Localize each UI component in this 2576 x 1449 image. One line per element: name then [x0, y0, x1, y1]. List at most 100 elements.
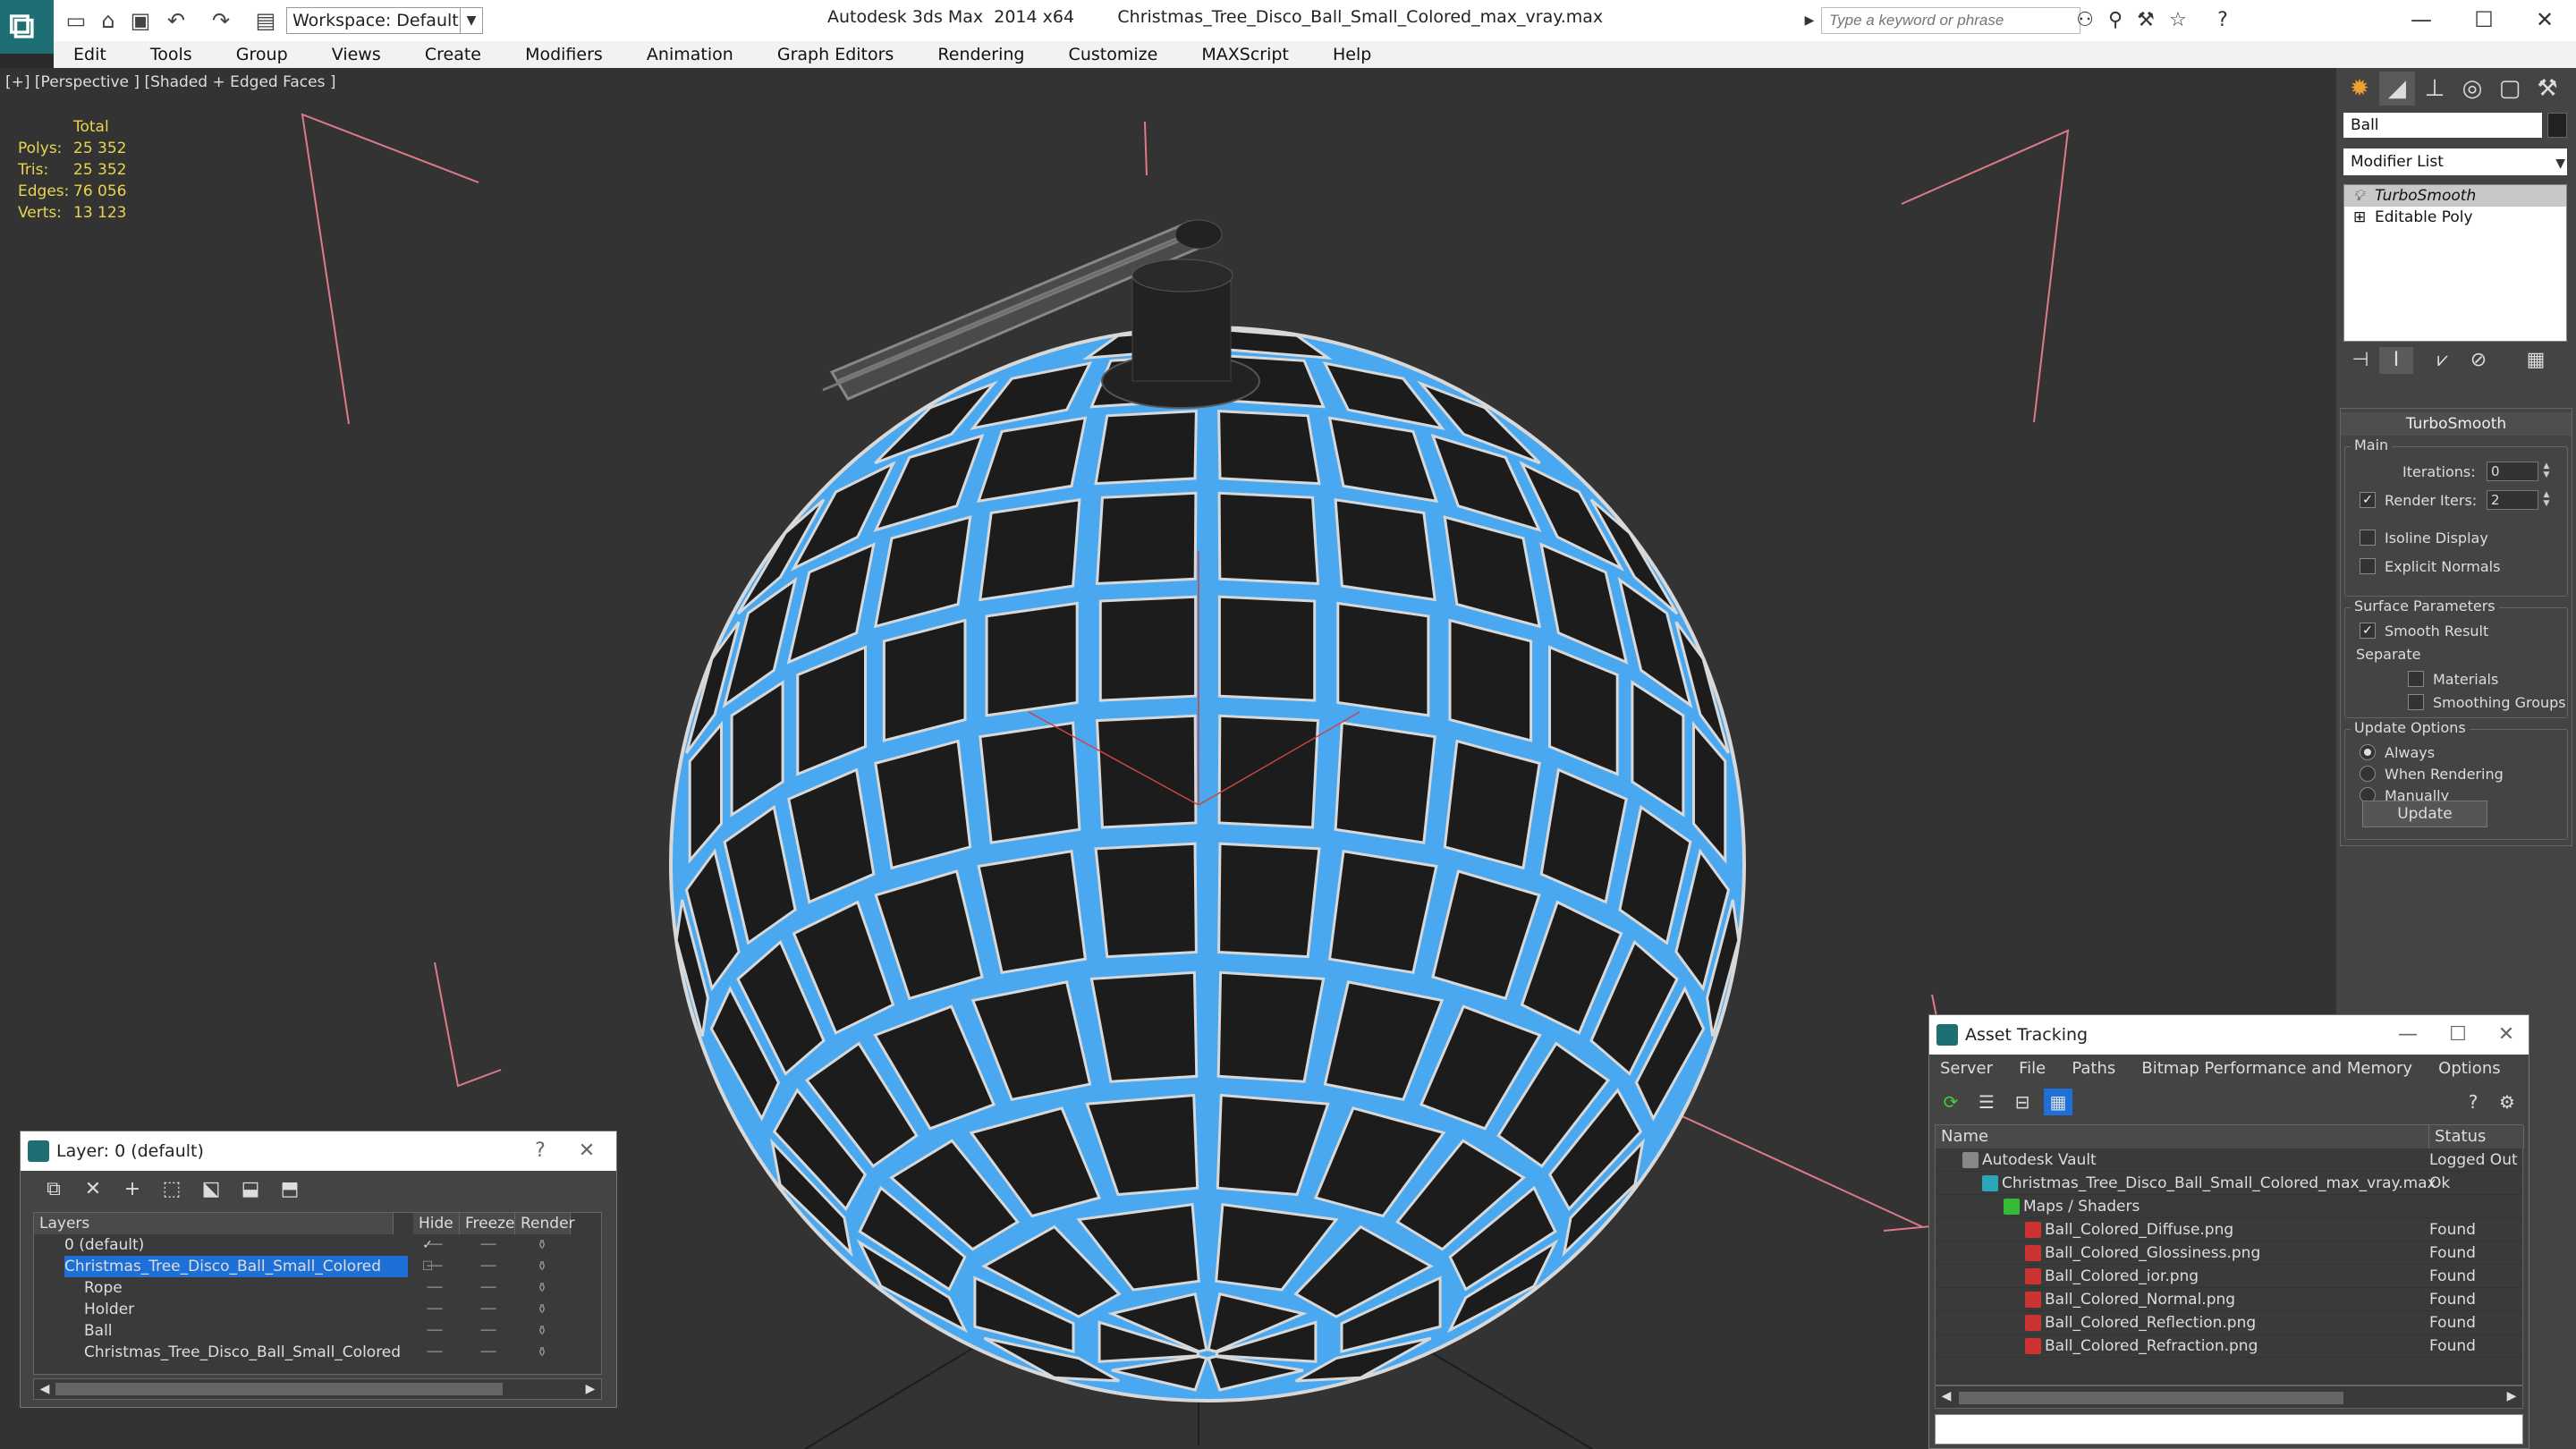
asset-row[interactable]: Ball_Colored_Diffuse.png Found — [1936, 1218, 2522, 1241]
menu-views[interactable]: Views — [312, 41, 401, 68]
menu-customize[interactable]: Customize — [1049, 41, 1178, 68]
layer-row[interactable]: Ball ── ── ⚱ — [34, 1320, 601, 1342]
create-tab-icon[interactable]: ✹ — [2342, 72, 2377, 106]
asset-row[interactable]: Ball_Colored_Normal.png Found — [1936, 1288, 2522, 1311]
panel-title-bar[interactable]: Layer: 0 (default) ? ✕ — [21, 1131, 616, 1171]
list-view-icon[interactable]: ☰ — [1972, 1089, 2001, 1115]
asset-row[interactable]: Ball_Colored_Glossiness.png Found — [1936, 1241, 2522, 1265]
menu-maxscript[interactable]: MAXScript — [1182, 41, 1309, 68]
layer-row[interactable]: Holder ── ── ⚱ — [34, 1299, 601, 1320]
hide-toggle[interactable]: ── — [417, 1256, 453, 1277]
render-teapot-icon[interactable]: ⚱ — [524, 1256, 560, 1277]
object-color-swatch[interactable] — [2547, 113, 2567, 138]
layer-row[interactable]: 0 (default) ✓ ── ── ⚱ — [34, 1234, 601, 1256]
lightbulb-icon[interactable]: 💡︎ — [2353, 185, 2364, 207]
save-file-icon[interactable]: ▣ — [127, 7, 154, 34]
smooth-result-checkbox[interactable]: ✓ — [2360, 623, 2376, 639]
subscription-icon[interactable]: ⚲ — [2102, 7, 2129, 34]
always-radio[interactable] — [2360, 744, 2376, 760]
minimize-icon[interactable]: — — [2390, 0, 2453, 39]
close-icon[interactable]: ✕ — [2484, 1015, 2529, 1055]
asset-menu-bitmap-performance[interactable]: Bitmap Performance and Memory — [2131, 1055, 2423, 1083]
modifier-list-dropdown[interactable]: Modifier List ▼ — [2343, 148, 2567, 175]
layer-row[interactable]: Rope ── ── ⚱ — [34, 1277, 601, 1299]
settings-icon[interactable]: ⚙ — [2493, 1089, 2521, 1115]
asset-menu-options[interactable]: Options — [2428, 1055, 2511, 1083]
pin-stack-icon[interactable]: ⊣ — [2343, 347, 2377, 374]
search-expand-icon[interactable]: ▶ — [1803, 7, 1816, 34]
add-to-layer-icon[interactable]: + — [117, 1176, 148, 1203]
scroll-right-icon[interactable]: ▶ — [2501, 1386, 2522, 1406]
make-unique-icon[interactable]: ⩗ — [2426, 347, 2460, 374]
smoothing-groups-checkbox[interactable] — [2408, 694, 2424, 710]
modify-tab-icon[interactable]: ◢ — [2379, 72, 2415, 106]
menu-graph-editors[interactable]: Graph Editors — [758, 41, 913, 68]
delete-layer-icon[interactable]: ✕ — [78, 1176, 108, 1203]
binoculars-icon[interactable]: ⚇ — [2072, 7, 2098, 34]
spinner-arrows-icon[interactable]: ▲ ▼ — [2540, 490, 2553, 510]
project-folder-icon[interactable]: ▤ — [252, 7, 279, 34]
freeze-toggle[interactable]: ── — [470, 1299, 506, 1320]
undo-icon[interactable]: ↶ — [163, 7, 190, 34]
communication-icon[interactable]: ⚒ — [2132, 7, 2159, 34]
show-end-result-icon[interactable]: Ⅰ — [2379, 347, 2413, 374]
freeze-toggle[interactable]: ── — [470, 1320, 506, 1342]
render-teapot-icon[interactable]: ⚱ — [524, 1320, 560, 1342]
freeze-toggle[interactable]: ── — [470, 1277, 506, 1299]
freeze-toggle[interactable]: ── — [470, 1342, 506, 1363]
materials-checkbox[interactable] — [2408, 671, 2424, 687]
maximize-icon[interactable]: ☐ — [2436, 1015, 2480, 1055]
freeze-all-icon[interactable]: ⬒ — [275, 1176, 305, 1203]
thumbnail-view-icon[interactable]: ⊟ — [2008, 1089, 2037, 1115]
search-input[interactable] — [1821, 7, 2080, 34]
hide-toggle[interactable]: ── — [417, 1320, 453, 1342]
stack-item-editable-poly[interactable]: ⊞ Editable Poly — [2344, 207, 2566, 228]
help-icon[interactable]: ? — [2209, 7, 2236, 34]
chevron-down-icon[interactable]: ▼ — [2555, 150, 2565, 177]
help-icon[interactable]: ? — [2459, 1089, 2487, 1115]
create-layer-icon[interactable]: ⧉ — [38, 1176, 69, 1203]
horizontal-scrollbar[interactable]: ◀ ▶ — [1935, 1385, 2523, 1409]
menu-create[interactable]: Create — [405, 41, 501, 68]
new-file-icon[interactable]: ▭ — [63, 7, 89, 34]
update-button[interactable]: Update — [2362, 801, 2487, 827]
column-header-name[interactable]: Name — [1936, 1125, 2429, 1148]
hide-toggle[interactable]: ── — [417, 1277, 453, 1299]
menu-edit[interactable]: Edit — [54, 41, 126, 68]
render-teapot-icon[interactable]: ⚱ — [524, 1299, 560, 1320]
scroll-left-icon[interactable]: ◀ — [34, 1379, 55, 1399]
freeze-toggle[interactable]: ── — [470, 1234, 506, 1256]
open-file-icon[interactable]: ⌂ — [95, 7, 122, 34]
configure-modifier-sets-icon[interactable]: ▦ — [2519, 347, 2553, 374]
menu-tools[interactable]: Tools — [131, 41, 212, 68]
app-logo[interactable]: ⧉ — [0, 0, 54, 54]
spinner-arrows-icon[interactable]: ▲ ▼ — [2540, 462, 2553, 481]
stack-item-turbosmooth[interactable]: 💡︎ TurboSmooth — [2344, 185, 2566, 207]
select-objects-icon[interactable]: ⬚ — [157, 1176, 187, 1203]
scroll-left-icon[interactable]: ◀ — [1936, 1386, 1957, 1406]
isoline-display-checkbox[interactable] — [2360, 530, 2376, 546]
layer-row[interactable]: Christmas_Tree_Disco_Ball_Small_Colored … — [34, 1342, 601, 1363]
hide-toggle[interactable]: ── — [417, 1234, 453, 1256]
rollout-header[interactable]: TurboSmooth — [2341, 412, 2572, 436]
horizontal-scrollbar[interactable]: ◀ ▶ — [33, 1378, 602, 1400]
help-icon[interactable]: ? — [518, 1131, 563, 1171]
asset-menu-paths[interactable]: Paths — [2061, 1055, 2126, 1083]
asset-menu-file[interactable]: File — [2008, 1055, 2056, 1083]
asset-row[interactable]: Maps / Shaders — [1936, 1195, 2522, 1218]
menu-rendering[interactable]: Rendering — [918, 41, 1044, 68]
minimize-icon[interactable]: — — [2385, 1015, 2430, 1055]
hide-toggle[interactable]: ── — [417, 1342, 453, 1363]
display-tab-icon[interactable]: ▢ — [2492, 72, 2528, 106]
menu-help[interactable]: Help — [1313, 41, 1391, 68]
menu-animation[interactable]: Animation — [627, 41, 753, 68]
asset-row[interactable]: Ball_Colored_Refraction.png Found — [1936, 1335, 2522, 1358]
viewport-label[interactable]: [+] [Perspective ] [Shaded + Edged Faces… — [5, 73, 335, 91]
redo-icon[interactable]: ↷ — [208, 7, 234, 34]
render-iters-spinner[interactable]: 2 — [2487, 490, 2538, 510]
maximize-icon[interactable]: ☐ — [2453, 0, 2515, 39]
close-icon[interactable]: ✕ — [2513, 0, 2576, 39]
freeze-toggle[interactable]: ── — [470, 1256, 506, 1277]
asset-row[interactable]: Ball_Colored_Reflection.png Found — [1936, 1311, 2522, 1335]
hide-toggle[interactable]: ── — [417, 1299, 453, 1320]
